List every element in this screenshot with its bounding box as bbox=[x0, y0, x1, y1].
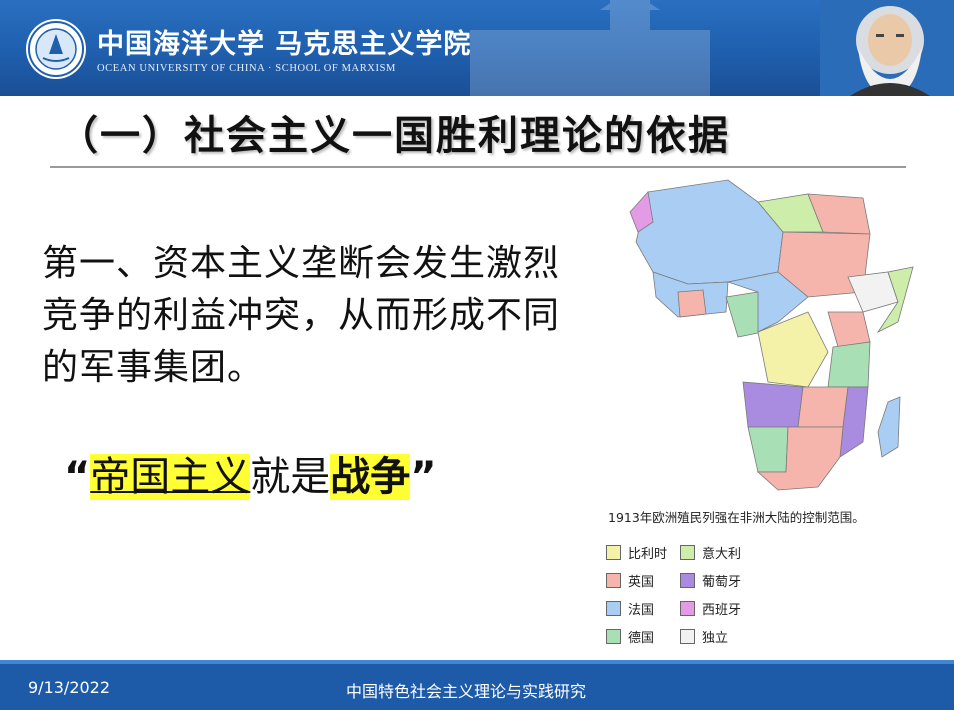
legend-label: 意大利 bbox=[702, 546, 742, 562]
footer-bar: 9/13/2022 中国特色社会主义理论与实践研究 bbox=[0, 660, 954, 710]
legend-label: 德国 bbox=[628, 630, 655, 646]
title-divider bbox=[50, 166, 906, 168]
footer-date: 9/13/2022 bbox=[28, 678, 111, 697]
legend-label: 葡萄牙 bbox=[702, 574, 742, 590]
brand-chinese: 中国海洋大学 马克思主义学院 bbox=[97, 29, 472, 60]
legend-label: 西班牙 bbox=[702, 602, 742, 618]
brand-english: OCEAN UNIVERSITY OF CHINA · SCHOOL OF MA… bbox=[97, 63, 396, 74]
legend-swatch bbox=[680, 572, 695, 588]
legend-swatch bbox=[680, 628, 695, 644]
legend-swatch bbox=[606, 572, 621, 588]
slide-title: （一）社会主义一国胜利理论的依据 bbox=[58, 113, 730, 159]
university-seal-icon bbox=[26, 19, 86, 79]
legend-item-belgium: 比利时 bbox=[606, 539, 667, 565]
quote-highlight-war: 战争 bbox=[330, 454, 411, 500]
legend-swatch bbox=[680, 600, 695, 616]
map-caption: 1913年欧洲殖民列强在非洲大陆的控制范围。 bbox=[608, 510, 865, 525]
legend-swatch bbox=[606, 628, 621, 644]
header-banner: 中国海洋大学 马克思主义学院 OCEAN UNIVERSITY OF CHINA… bbox=[0, 0, 954, 96]
quote-open-mark: “ bbox=[64, 454, 91, 500]
legend-label: 英国 bbox=[628, 574, 655, 590]
main-paragraph: 第一、资本主义垄断会发生激烈竞争的利益冲突，从而形成不同的军事集团。 bbox=[42, 243, 561, 388]
marx-portrait-icon bbox=[820, 0, 954, 96]
africa-colonial-map bbox=[629, 179, 914, 491]
legend-item-britain: 英国 bbox=[606, 567, 654, 593]
legend-item-independent: 独立 bbox=[680, 623, 728, 649]
legend-item-france: 法国 bbox=[606, 595, 654, 621]
legend-label: 比利时 bbox=[628, 546, 668, 562]
legend-item-spain: 西班牙 bbox=[680, 595, 741, 621]
quote-highlight-imperialism: 帝国主义 bbox=[90, 454, 251, 500]
legend-swatch bbox=[680, 544, 695, 560]
quote-middle-text: 就是 bbox=[250, 454, 331, 500]
legend-item-italy: 意大利 bbox=[680, 539, 741, 565]
legend-label: 独立 bbox=[702, 630, 729, 646]
quote-line: “帝国主义就是战争” bbox=[64, 444, 437, 502]
legend-item-portugal: 葡萄牙 bbox=[680, 567, 741, 593]
legend-swatch bbox=[606, 600, 621, 616]
legend-item-germany: 德国 bbox=[606, 623, 654, 649]
legend-swatch bbox=[606, 544, 621, 560]
legend-label: 法国 bbox=[628, 602, 655, 618]
quote-close-mark: ” bbox=[410, 454, 437, 500]
footer-course-title: 中国特色社会主义理论与实践研究 bbox=[346, 682, 587, 701]
